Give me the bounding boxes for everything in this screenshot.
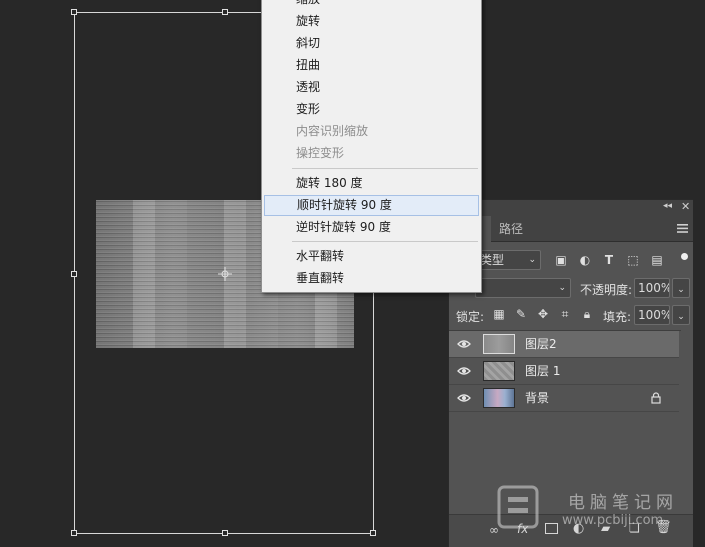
lock-label: 锁定: [456, 310, 485, 324]
menu-item-warp[interactable]: 变形 [264, 99, 479, 120]
menu-item-puppet-warp: 操控变形 [296, 146, 345, 160]
layer-name[interactable]: 图层 1 [525, 358, 560, 385]
blend-mode-select[interactable]: ⌄ [475, 278, 571, 298]
layer-thumbnail [483, 334, 515, 354]
menu-item-rotate-180[interactable]: 旋转 180 度 [264, 173, 479, 194]
watermark-url: www.pcbiji.com [562, 513, 664, 528]
layer-row-layer2[interactable]: 图层2 [449, 331, 679, 358]
menu-item-rotate-90-ccw[interactable]: 逆时针旋转 90 度 [264, 217, 479, 238]
filter-toggle-icon[interactable] [681, 253, 688, 260]
lock-position-icon[interactable]: ✥ [535, 306, 551, 322]
eye-icon[interactable] [457, 337, 471, 351]
layer-filter-value: 类型 [480, 253, 505, 267]
filter-shape-icon[interactable]: ⬚ [625, 252, 641, 268]
layer-row-background[interactable]: 背景 [449, 385, 679, 412]
collapse-icon[interactable]: ◂◂ [663, 201, 672, 211]
transform-context-menu: 缩放 旋转 斜切 扭曲 透视 变形 内容识别缩放 操控变形 旋转 180 度 顺… [261, 0, 482, 293]
watermark: 电脑笔记网 www.pcbiji.com [496, 482, 701, 542]
opacity-dropdown-button[interactable]: ⌄ [672, 278, 690, 298]
menu-separator [292, 168, 478, 169]
layer-thumbnail [483, 388, 515, 408]
fill-dropdown-button[interactable]: ⌄ [672, 305, 690, 325]
panel-menu-icon[interactable] [677, 224, 688, 233]
chevron-down-icon: ⌄ [677, 312, 685, 322]
filter-smart-object-icon[interactable]: ▤ [649, 252, 665, 268]
menu-item-flip-vertical[interactable]: 垂直翻转 [264, 268, 479, 289]
transform-handle-top-left[interactable] [71, 9, 77, 15]
menu-item-distort[interactable]: 扭曲 [264, 55, 479, 76]
menu-item-scale[interactable]: 缩放 [264, 0, 479, 10]
lock-artboard-icon[interactable]: ⌗ [557, 306, 573, 322]
close-icon[interactable]: ✕ [681, 200, 690, 213]
menu-item-rotate[interactable]: 旋转 [264, 11, 479, 32]
menu-item-flip-horizontal[interactable]: 水平翻转 [264, 246, 479, 267]
transform-handle-bottom[interactable] [222, 530, 228, 536]
layer-name[interactable]: 图层2 [525, 331, 557, 358]
fill-label: 填充: [603, 310, 632, 324]
menu-item-content-aware-scale: 内容识别缩放 [296, 124, 369, 138]
menu-item-perspective[interactable]: 透视 [264, 77, 479, 98]
panel-titlebar: ◂◂ ✕ [449, 200, 693, 216]
filter-type-icon[interactable]: T [601, 252, 617, 268]
lock-all-icon[interactable]: 🔒︎ [579, 306, 595, 322]
layer-filter-select[interactable]: 类型 ⌄ [475, 250, 541, 270]
filter-adjustment-icon[interactable]: ◐ [577, 252, 593, 268]
chevron-down-icon: ⌄ [677, 285, 685, 295]
tab-paths[interactable]: 路径 [491, 216, 531, 242]
transform-handle-left[interactable] [71, 271, 77, 277]
menu-item-rotate-90-cw[interactable]: 顺时针旋转 90 度 [264, 195, 479, 216]
lock-icon [651, 392, 661, 404]
transform-handle-bottom-left[interactable] [71, 530, 77, 536]
fill-input[interactable]: 100% [634, 305, 670, 325]
transform-handle-bottom-right[interactable] [370, 530, 376, 536]
lock-image-pixels-icon[interactable]: ✎ [513, 306, 529, 322]
chevron-down-icon: ⌄ [528, 255, 536, 265]
watermark-logo-icon [497, 485, 539, 529]
opacity-label: 不透明度: [580, 283, 633, 297]
menu-item-skew[interactable]: 斜切 [264, 33, 479, 54]
eye-icon[interactable] [457, 391, 471, 405]
lock-transparent-pixels-icon[interactable]: ▦ [491, 306, 507, 322]
menu-separator [292, 241, 478, 242]
layer-thumbnail [483, 361, 515, 381]
watermark-title: 电脑笔记网 [568, 493, 678, 513]
transform-handle-top[interactable] [222, 9, 228, 15]
panel-tabs: 路径 [449, 216, 693, 242]
eye-icon[interactable] [457, 364, 471, 378]
chevron-down-icon: ⌄ [558, 283, 566, 293]
layer-row-layer1[interactable]: 图层 1 [449, 358, 679, 385]
layer-name[interactable]: 背景 [525, 385, 549, 412]
filter-pixel-icon[interactable]: ▣ [553, 252, 569, 268]
opacity-value: 100% [638, 281, 670, 295]
fill-value: 100% [638, 308, 670, 322]
opacity-input[interactable]: 100% [634, 278, 670, 298]
